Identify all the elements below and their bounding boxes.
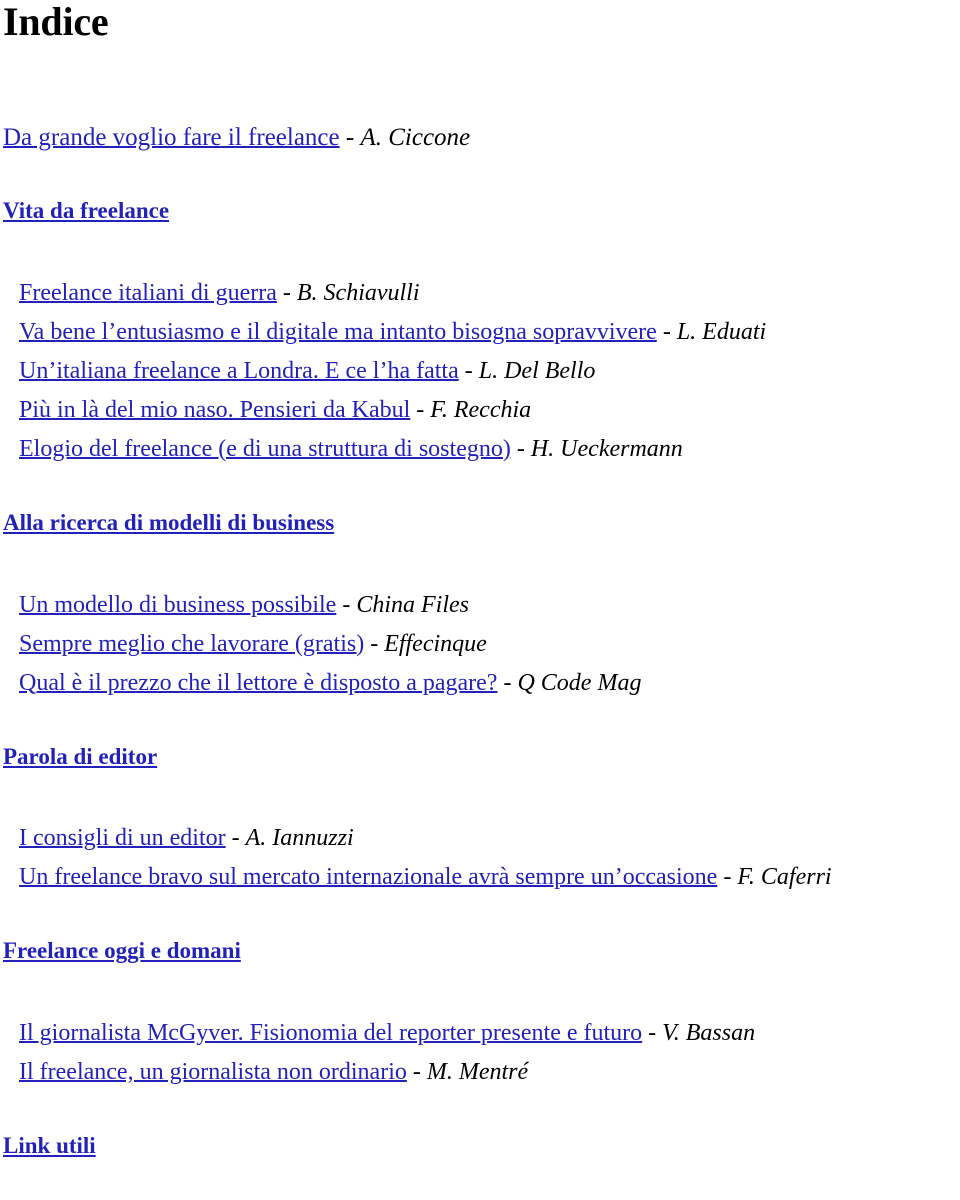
entry-author: F. Recchia <box>430 396 532 423</box>
entry-separator: - <box>458 357 479 384</box>
entry-author: A. Iannuzzi <box>245 825 354 852</box>
entry-separator: - <box>339 124 361 151</box>
section-entries-alla-ricerca-di-modelli-di-business: Un modello di business possibile - China… <box>3 586 960 703</box>
entry-link[interactable]: Un modello di business possibile <box>19 592 336 618</box>
entry-link[interactable]: Qual è il prezzo che il lettore è dispos… <box>19 670 497 696</box>
list-item: Un’italiana freelance a Londra. E ce l’h… <box>3 352 960 391</box>
section-entries-freelance-oggi-e-domani: Il giornalista McGyver. Fisionomia del r… <box>3 1014 960 1092</box>
list-item: Un modello di business possibile - China… <box>3 586 960 625</box>
entry-author: V. Bassan <box>662 1020 756 1046</box>
entry-link[interactable]: Sempre meglio che lavorare (gratis) <box>19 631 364 657</box>
section-heading-parola-di-editor[interactable]: Parola di editor <box>3 743 157 772</box>
list-item: Qual è il prezzo che il lettore è dispos… <box>3 664 960 703</box>
entry-author: H. Ueckermann <box>530 435 683 462</box>
entry-separator: - <box>497 669 518 696</box>
list-item: Elogio del freelance (e di una struttura… <box>3 430 960 469</box>
entry-author: A. Ciccone <box>360 124 471 151</box>
list-item: Un freelance bravo sul mercato internazi… <box>3 858 960 897</box>
list-item: I consigli di un editor - A. Iannuzzi <box>3 819 960 858</box>
entry-separator: - <box>642 1020 663 1046</box>
document-page: Indice Da grande voglio fare il freelanc… <box>0 0 960 1200</box>
list-item: Freelance italiani di guerra - B. Schiav… <box>3 274 960 313</box>
entry-separator: - <box>717 864 738 891</box>
entry-separator: - <box>336 591 357 618</box>
title-spacer <box>3 42 960 118</box>
heading-spacer <box>3 966 960 1014</box>
entry-separator: - <box>410 396 431 423</box>
entry-separator: - <box>656 318 677 345</box>
entry-author: B. Schiavulli <box>296 279 420 306</box>
entry-separator: - <box>225 825 246 852</box>
list-item: Il giornalista McGyver. Fisionomia del r… <box>3 1014 960 1053</box>
page-title: Indice <box>3 0 109 44</box>
heading-spacer <box>3 226 960 274</box>
entry-separator: - <box>364 630 385 657</box>
entry-link[interactable]: Un’italiana freelance a Londra. E ce l’h… <box>19 358 459 384</box>
entry-author: China Files <box>356 591 470 618</box>
section-entries-vita-da-freelance: Freelance italiani di guerra - B. Schiav… <box>3 274 960 469</box>
list-item: Il freelance, un giornalista non ordinar… <box>3 1053 960 1092</box>
heading-spacer <box>3 771 960 819</box>
entry-author: F. Caferri <box>737 864 832 891</box>
entry-author: M. Mentré <box>426 1059 529 1085</box>
entry-link[interactable]: Elogio del freelance (e di una struttura… <box>19 436 511 462</box>
entry-link[interactable]: Freelance italiani di guerra <box>19 280 277 306</box>
section-heading-freelance-oggi-e-domani[interactable]: Freelance oggi e domani <box>3 937 241 966</box>
entry-author: L. Del Bello <box>478 357 596 384</box>
list-item: Più in là del mio naso. Pensieri da Kabu… <box>3 391 960 430</box>
entry-separator: - <box>510 435 531 462</box>
list-item: Sempre meglio che lavorare (gratis) - Ef… <box>3 625 960 664</box>
entry-separator: - <box>276 279 297 306</box>
entry-separator: - <box>406 1059 427 1085</box>
list-item: Da grande voglio fare il freelance - A. … <box>3 118 960 157</box>
entry-link[interactable]: Un freelance bravo sul mercato internazi… <box>19 864 717 890</box>
entry-link[interactable]: I consigli di un editor <box>19 825 226 851</box>
entry-link[interactable]: Più in là del mio naso. Pensieri da Kabu… <box>19 397 410 423</box>
entry-link[interactable]: Va bene l’entusiasmo e il digitale ma in… <box>19 319 657 345</box>
heading-spacer <box>3 538 960 586</box>
entry-link[interactable]: Il giornalista McGyver. Fisionomia del r… <box>19 1020 642 1046</box>
entry-author: Effecinque <box>384 630 487 657</box>
entry-link[interactable]: Da grande voglio fare il freelance <box>3 124 340 151</box>
section-heading-alla-ricerca-di-modelli-di-business[interactable]: Alla ricerca di modelli di business <box>3 509 334 538</box>
section-heading-vita-da-freelance[interactable]: Vita da freelance <box>3 197 169 226</box>
entry-link[interactable]: Il freelance, un giornalista non ordinar… <box>19 1059 407 1085</box>
section-entries-parola-di-editor: I consigli di un editor - A. Iannuzzi Un… <box>3 819 960 897</box>
section-heading-link-utili[interactable]: Link utili <box>3 1132 96 1161</box>
entry-author: L. Eduati <box>676 318 767 345</box>
entry-author: Q Code Mag <box>517 669 642 696</box>
list-item: Va bene l’entusiasmo e il digitale ma in… <box>3 313 960 352</box>
